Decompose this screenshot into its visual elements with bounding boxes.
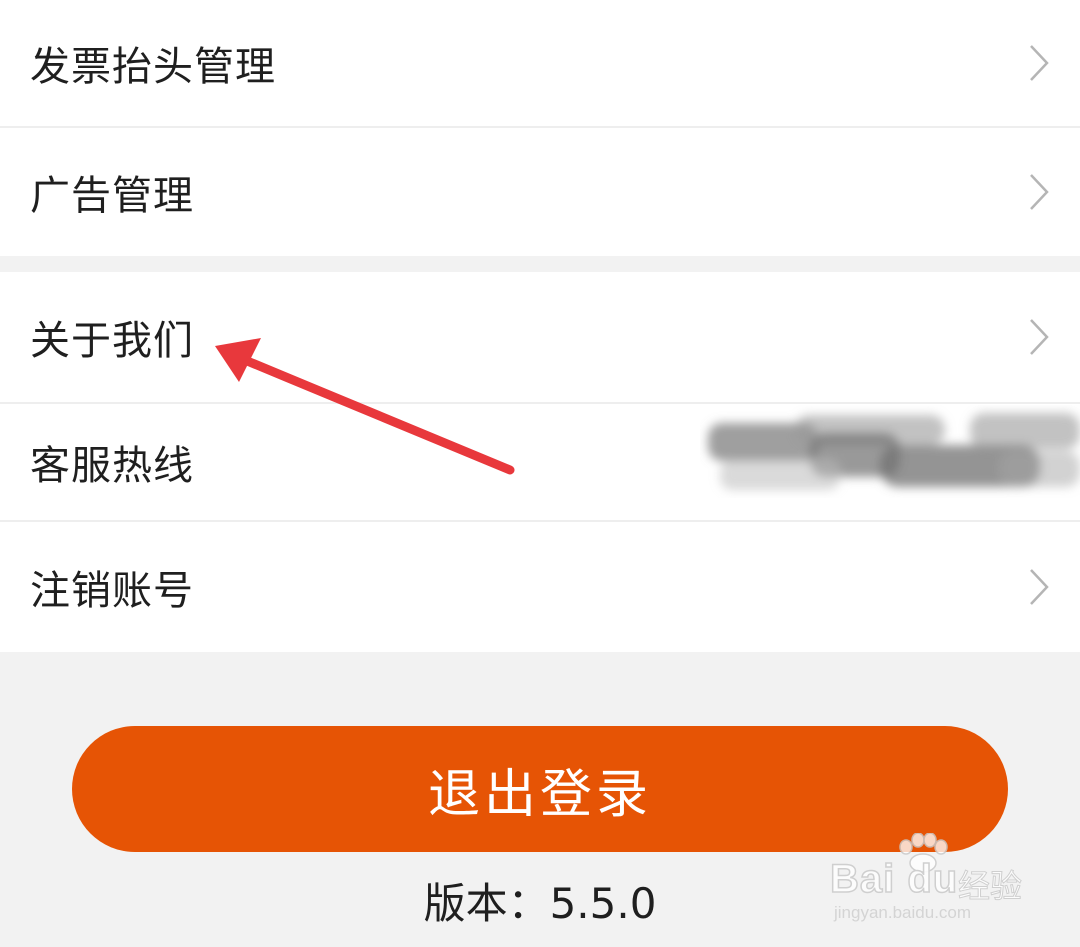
baidu-jingyan-watermark: Bai du 经验 jingyan.baidu.com — [829, 833, 1050, 925]
settings-screen: 发票抬头管理 广告管理 关于我们 客服热线 注销账号 退出登录 版本：5.5.0… — [0, 0, 1080, 947]
chevron-right-icon — [1030, 174, 1049, 210]
menu-item-label: 关于我们 — [30, 318, 194, 364]
menu-item-about-us[interactable]: 关于我们 — [0, 272, 1080, 402]
watermark-sub: 经验 — [957, 867, 1023, 906]
chevron-right-icon — [1030, 569, 1049, 605]
menu-item-label: 广告管理 — [30, 173, 194, 219]
menu-item-label: 发票抬头管理 — [30, 44, 276, 90]
menu-item-label: 注销账号 — [30, 568, 194, 614]
chevron-right-icon — [1030, 319, 1049, 355]
annotation-arrow-icon — [215, 338, 515, 475]
watermark-url: jingyan.baidu.com — [834, 903, 972, 922]
menu-item-invoice-title[interactable]: 发票抬头管理 — [0, 0, 1080, 126]
logout-button[interactable]: 退出登录 — [72, 726, 1008, 852]
menu-item-delete-account[interactable]: 注销账号 — [0, 522, 1080, 652]
settings-group-1: 发票抬头管理 广告管理 — [0, 0, 1080, 256]
redacted-phone-number — [708, 413, 1080, 490]
chevron-right-icon — [1030, 45, 1049, 81]
watermark-brand: Bai du — [829, 856, 959, 902]
menu-item-label: 客服热线 — [30, 443, 194, 489]
menu-item-ad-management[interactable]: 广告管理 — [0, 128, 1080, 256]
